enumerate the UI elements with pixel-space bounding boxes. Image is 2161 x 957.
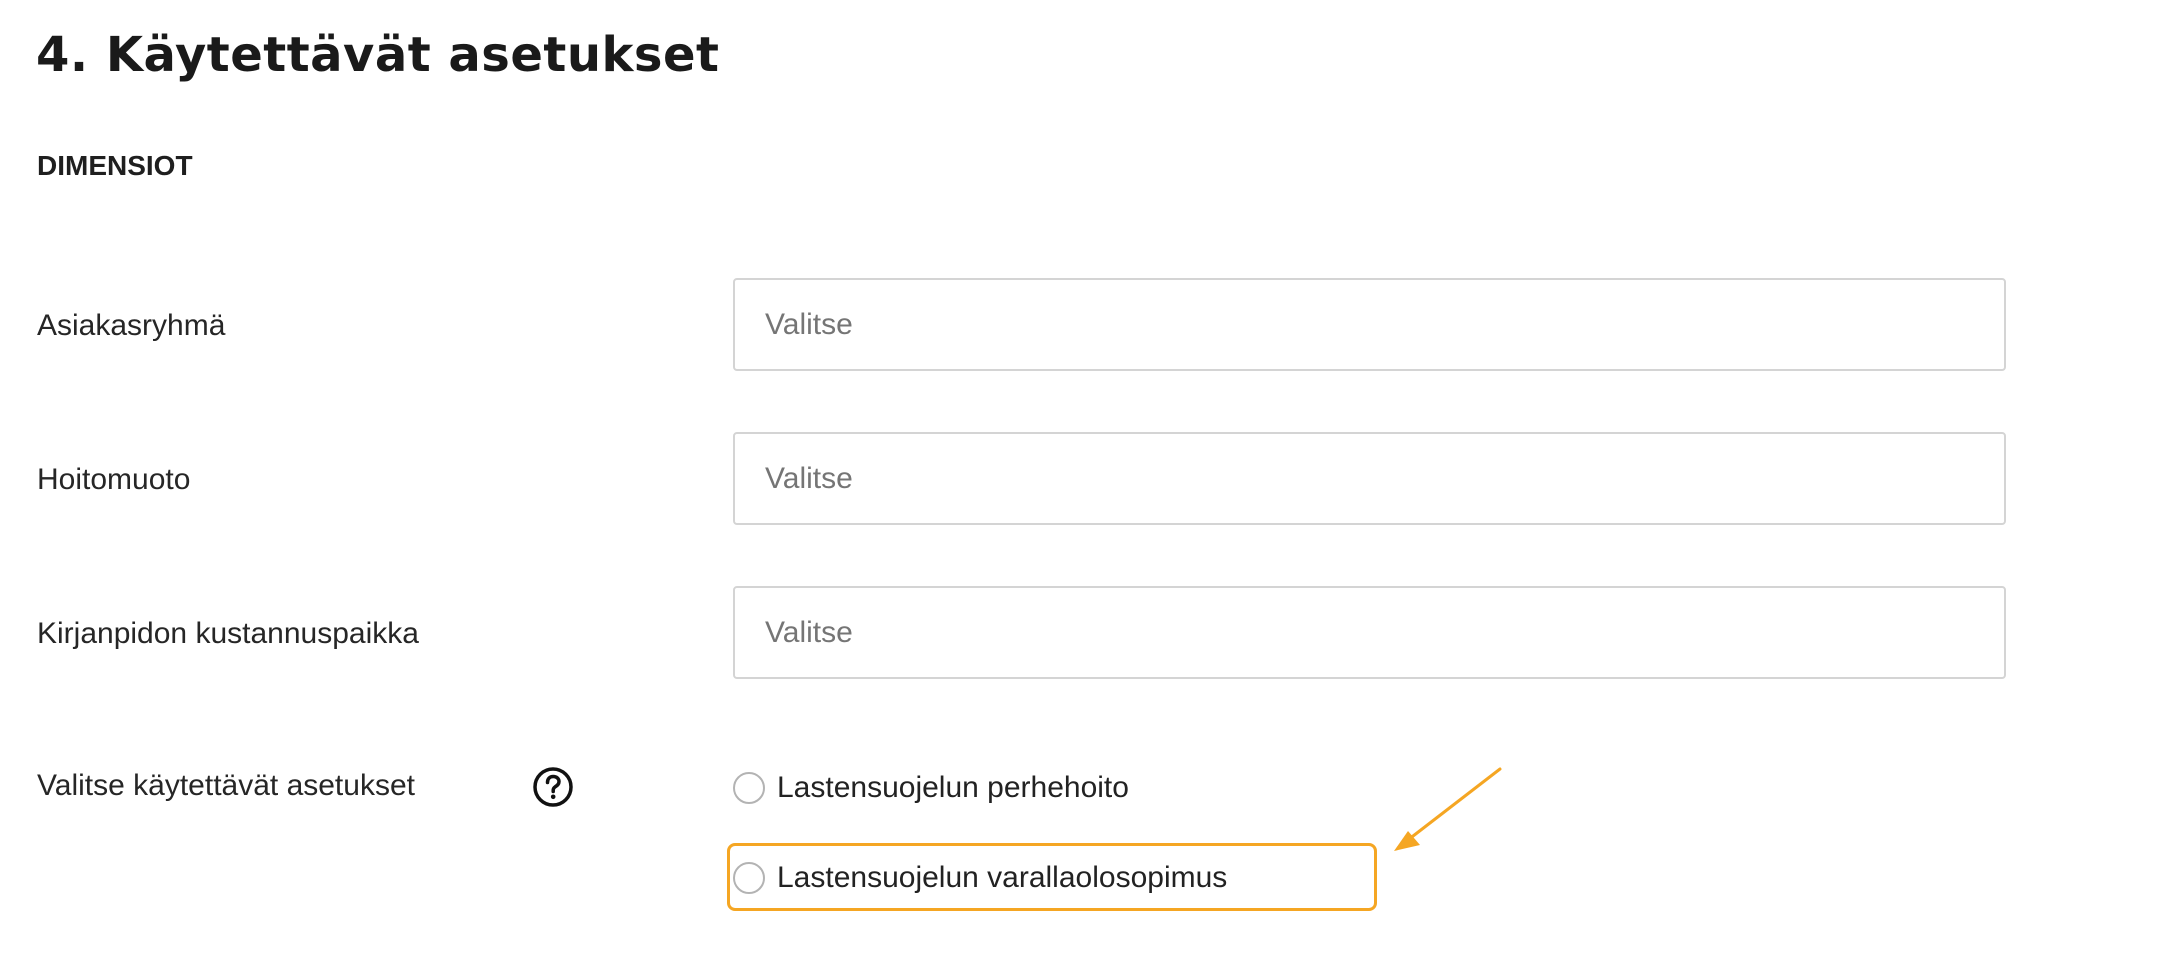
annotation-highlight-box — [727, 843, 1377, 911]
cost-center-label: Kirjanpidon kustannuspaikka — [37, 617, 419, 650]
question-circle-icon[interactable] — [532, 766, 574, 808]
care-type-select[interactable]: Valitse — [733, 432, 2006, 525]
annotation-arrow-icon — [1394, 767, 1502, 851]
care-type-placeholder: Valitse — [765, 461, 853, 495]
cost-center-placeholder: Valitse — [765, 615, 853, 649]
care-type-label: Hoitomuoto — [37, 463, 191, 496]
customer-group-label: Asiakasryhmä — [37, 309, 226, 342]
radio-option-family-care[interactable]: Lastensuojelun perhehoito — [733, 768, 1129, 808]
settings-label: Valitse käytettävät asetukset — [37, 769, 415, 802]
customer-group-placeholder: Valitse — [765, 307, 853, 341]
radio-option-label: Lastensuojelun perhehoito — [777, 771, 1129, 804]
dimensions-subheading: DIMENSIOT — [37, 150, 193, 181]
cost-center-select[interactable]: Valitse — [733, 586, 2006, 679]
radio-circle[interactable] — [733, 772, 765, 804]
section-title: 4. Käytettävät asetukset — [36, 27, 720, 83]
customer-group-select[interactable]: Valitse — [733, 278, 2006, 371]
